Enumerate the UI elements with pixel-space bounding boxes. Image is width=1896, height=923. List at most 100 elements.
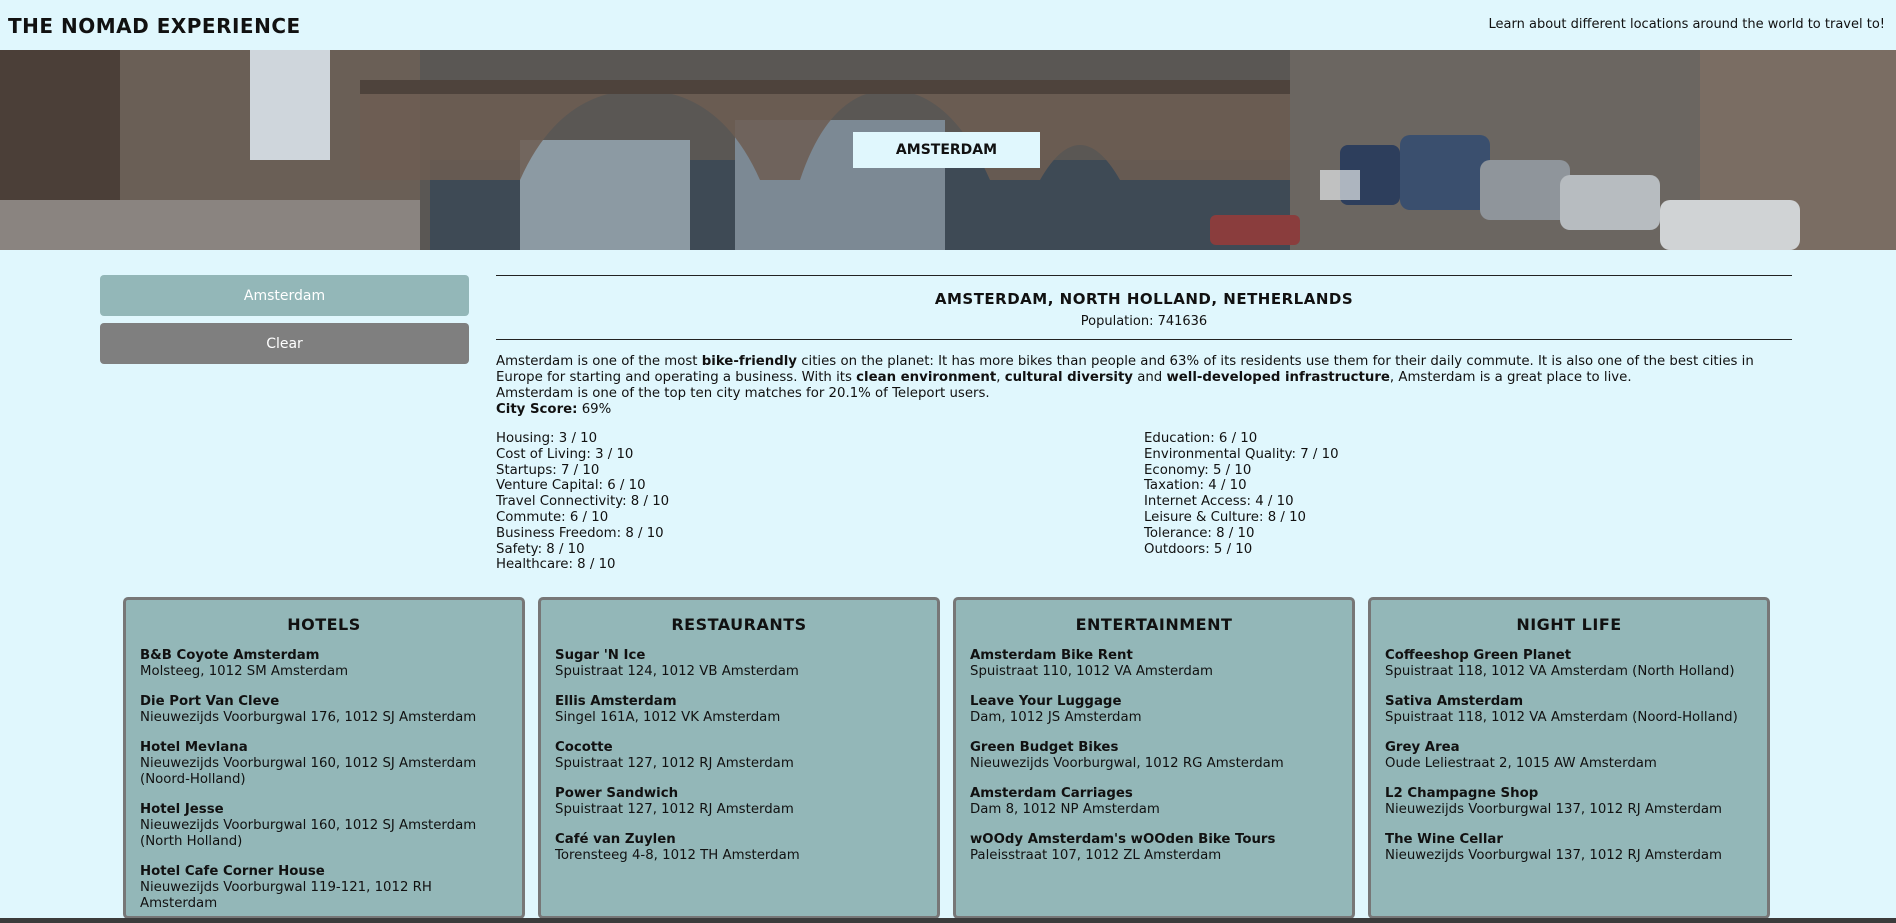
list-item: Die Port Van Cleve Nieuwezijds Voorburgwa… [140, 694, 508, 726]
score-item: Venture Capital: 6 / 10 [496, 478, 646, 494]
list-item: Amsterdam Carriages Dam 8, 1012 NP Amster… [970, 786, 1338, 818]
place-name: Hotel Cafe Corner House [140, 864, 325, 879]
score-item: Housing: 3 / 10 [496, 431, 598, 446]
list-item: Sativa Amsterdam Spuistraat 118, 1012 VA … [1385, 694, 1753, 726]
score-item: Tolerance: 8 / 10 [1144, 525, 1255, 541]
place-name: Coffeeshop Green Planet [1385, 648, 1572, 663]
list-item: Amsterdam Bike Rent Spuistraat 110, 1012 … [970, 648, 1338, 680]
score-item: Commute: 6 / 10 [496, 509, 609, 525]
city-score-label: City Score: [496, 402, 578, 417]
place-name: wOOdy Amsterdam's wOOden Bike Tours [970, 832, 1276, 847]
place-address: Nieuwezijds Voorburgwal 160, 1012 SJ Ams… [140, 818, 477, 849]
list-item: Grey Area Oude Leliestraat 2, 1015 AW Ams… [1385, 740, 1753, 772]
card-title: NIGHT LIFE [1516, 615, 1622, 634]
place-address: Spuistraat 127, 1012 RJ Amsterdam [555, 756, 794, 771]
score-item: Healthcare: 8 / 10 [496, 557, 616, 573]
place-name: Sugar 'N Ice [555, 648, 646, 663]
place-name: Hotel Jesse [140, 802, 224, 817]
divider-top [496, 275, 1792, 276]
top-bar: THE NOMAD EXPERIENCE Learn about differe… [0, 0, 1896, 51]
city-match-text: Amsterdam is one of the top ten city mat… [496, 386, 990, 401]
place-name: Grey Area [1385, 740, 1460, 755]
list-item: Hotel Cafe Corner House Nieuwezijds Voorb… [140, 864, 508, 912]
city-title: AMSTERDAM, NORTH HOLLAND, NETHERLANDS [934, 290, 1354, 308]
restaurants-card: RESTAURANTS Sugar 'N Ice Spuistraat 124, … [538, 597, 940, 919]
bottom-edge [0, 918, 1896, 923]
card-title: ENTERTAINMENT [1075, 615, 1233, 634]
list-item: Leave Your Luggage Dam, 1012 JS Amsterdam [970, 694, 1338, 726]
place-name: L2 Champagne Shop [1385, 786, 1539, 801]
place-address: Dam 8, 1012 NP Amsterdam [970, 802, 1160, 817]
list-item: Ellis Amsterdam Singel 161A, 1012 VK Amst… [555, 694, 923, 726]
score-item: Leisure & Culture: 8 / 10 [1144, 509, 1307, 525]
city-info-panel: AMSTERDAM, NORTH HOLLAND, NETHERLANDS Po… [496, 275, 1792, 573]
list-item: Cocotte Spuistraat 127, 1012 RJ Amsterdam [555, 740, 923, 772]
place-address: Oude Leliestraat 2, 1015 AW Amsterdam [1385, 756, 1657, 771]
place-name: Hotel Mevlana [140, 740, 248, 755]
place-address: Nieuwezijds Voorburgwal 119-121, 1012 RH… [140, 880, 432, 911]
place-name: Ellis Amsterdam [555, 694, 677, 709]
place-name: Cocotte [555, 740, 613, 755]
place-name: Leave Your Luggage [970, 694, 1122, 709]
night-life-card: NIGHT LIFE Coffeeshop Green Planet Spuist… [1368, 597, 1770, 919]
place-name: Green Budget Bikes [970, 740, 1119, 755]
city-scores: Housing: 3 / 10 Cost of Living: 3 / 10 S… [496, 431, 1792, 573]
list-item: wOOdy Amsterdam's wOOden Bike Tours Palei… [970, 832, 1338, 864]
score-item: Startups: 7 / 10 [496, 462, 600, 478]
score-item: Internet Access: 4 / 10 [1144, 494, 1294, 510]
score-item: Environmental Quality: 7 / 10 [1144, 446, 1339, 462]
card-title: HOTELS [287, 615, 361, 634]
clear-button[interactable]: Clear [100, 323, 469, 364]
list-item: L2 Champagne Shop Nieuwezijds Voorburgwal… [1385, 786, 1753, 818]
divider-bottom [496, 339, 1792, 340]
score-item: Taxation: 4 / 10 [1144, 478, 1247, 494]
score-item: Cost of Living: 3 / 10 [496, 446, 634, 462]
site-title: THE NOMAD EXPERIENCE [8, 14, 301, 38]
scores-left-column: Housing: 3 / 10 Cost of Living: 3 / 10 S… [496, 431, 669, 573]
entertainment-card: ENTERTAINMENT Amsterdam Bike Rent Spuistr… [953, 597, 1355, 919]
place-address: Spuistraat 127, 1012 RJ Amsterdam [555, 802, 794, 817]
list-item: Sugar 'N Ice Spuistraat 124, 1012 VB Amst… [555, 648, 923, 680]
list-item: Power Sandwich Spuistraat 127, 1012 RJ Am… [555, 786, 923, 818]
city-score-value: 69% [577, 402, 612, 417]
place-address: Molsteeg, 1012 SM Amsterdam [140, 664, 349, 679]
amsterdam-button[interactable]: Amsterdam [100, 275, 469, 316]
list-item: The Wine Cellar Nieuwezijds Voorburgwal 1… [1385, 832, 1753, 864]
list-item: Coffeeshop Green Planet Spuistraat 118, 1… [1385, 648, 1753, 680]
place-name: Café van Zuylen [555, 832, 676, 847]
city-summary: Amsterdam is one of the most bike-friend… [496, 354, 1754, 417]
place-address: Dam, 1012 JS Amsterdam [970, 710, 1142, 725]
score-item: Economy: 5 / 10 [1144, 462, 1252, 478]
place-name: Sativa Amsterdam [1385, 694, 1524, 709]
place-address: Spuistraat 118, 1012 VA Amsterdam (North… [1385, 664, 1735, 679]
place-name: Die Port Van Cleve [140, 694, 280, 709]
list-item: Café van Zuylen Torensteeg 4-8, 1012 TH A… [555, 832, 923, 864]
place-address: Spuistraat 124, 1012 VB Amsterdam [555, 664, 799, 679]
place-name: The Wine Cellar [1385, 832, 1503, 847]
list-item: Green Budget Bikes Nieuwezijds Voorburgwa… [970, 740, 1338, 772]
place-name: B&B Coyote Amsterdam [140, 648, 320, 663]
list-item: B&B Coyote Amsterdam Molsteeg, 1012 SM Am… [140, 648, 508, 680]
list-item: Hotel Mevlana Nieuwezijds Voorburgwal 160… [140, 740, 508, 788]
score-item: Safety: 8 / 10 [496, 541, 585, 557]
place-name: Amsterdam Bike Rent [970, 648, 1133, 663]
card-title: RESTAURANTS [671, 615, 807, 634]
place-address: Nieuwezijds Voorburgwal 137, 1012 RJ Ams… [1385, 802, 1722, 817]
score-item: Business Freedom: 8 / 10 [496, 525, 664, 541]
place-address: Nieuwezijds Voorburgwal 137, 1012 RJ Ams… [1385, 848, 1722, 863]
score-item: Education: 6 / 10 [1144, 431, 1258, 446]
category-cards: HOTELS B&B Coyote Amsterdam Molsteeg, 101… [123, 597, 1771, 923]
place-address: Spuistraat 118, 1012 VA Amsterdam (Noord… [1385, 710, 1738, 725]
place-address: Torensteeg 4-8, 1012 TH Amsterdam [555, 848, 800, 863]
site-tagline: Learn about different locations around t… [1488, 17, 1885, 32]
hero-banner-image: AMSTERDAM [0, 50, 1896, 250]
city-population: Population: 741636 [1080, 314, 1208, 329]
place-address: Nieuwezijds Voorburgwal 176, 1012 SJ Ams… [140, 710, 477, 725]
place-address: Nieuwezijds Voorburgwal, 1012 RG Amsterd… [970, 756, 1284, 771]
place-address: Paleisstraat 107, 1012 ZL Amsterdam [970, 848, 1222, 863]
hotels-card: HOTELS B&B Coyote Amsterdam Molsteeg, 101… [123, 597, 525, 919]
score-item: Outdoors: 5 / 10 [1144, 541, 1253, 557]
place-address: Spuistraat 110, 1012 VA Amsterdam [970, 664, 1213, 679]
hero-city-badge: AMSTERDAM [853, 132, 1040, 168]
place-address: Nieuwezijds Voorburgwal 160, 1012 SJ Ams… [140, 756, 477, 787]
